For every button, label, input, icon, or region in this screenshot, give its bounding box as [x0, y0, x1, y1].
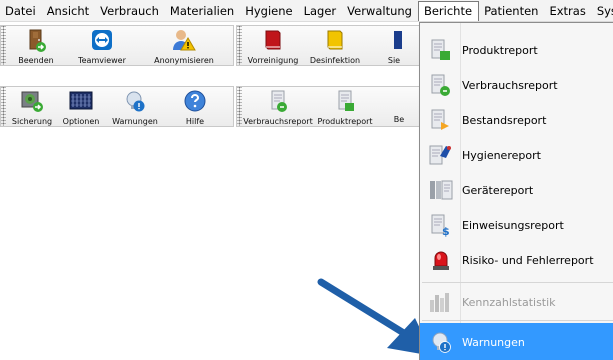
menu-system[interactable]: Syst [592, 1, 613, 21]
warnungen-button[interactable]: Warnungen [104, 87, 166, 126]
vorreinigung-button[interactable]: Vorreinigung [242, 26, 304, 65]
alarm-light-icon [428, 247, 454, 273]
menu-item-label: Bestandsreport [462, 113, 547, 127]
menu-item-label: Einweisungsreport [462, 218, 564, 232]
menu-item-label: Hygienereport [462, 148, 541, 162]
report-icon [265, 89, 291, 113]
sicherung-label: Sicherung [11, 117, 53, 126]
beenden-button[interactable]: Beenden [6, 26, 66, 65]
instruction-report-icon: $ [428, 212, 454, 238]
desinfektion-label: Desinfektion [309, 56, 361, 65]
menu-separator [422, 282, 613, 283]
desinfektion-button[interactable]: Desinfektion [304, 26, 366, 65]
menu-item-label: Kennzahlstatistik [462, 295, 556, 309]
menu-item-warnungen[interactable]: Warnungen [420, 323, 613, 360]
menu-berichte[interactable]: Berichte [417, 0, 480, 21]
toolbar-row-1: Beenden Teamviewer Anonymisieren Vorrein… [0, 25, 428, 66]
hygiene-report-icon [428, 142, 454, 168]
menu-lager[interactable]: Lager [299, 1, 343, 21]
sterilisation-button[interactable]: Sie [366, 26, 422, 65]
toolbar-group-system: Sicherung Optionen Warnungen Hilfe [0, 86, 234, 127]
menu-bar: Datei Ansicht Verbrauch Materialien Hygi… [0, 0, 613, 22]
red-book-icon [260, 28, 286, 52]
menu-item-label: Warnungen [462, 335, 525, 349]
menu-materialien[interactable]: Materialien [165, 1, 240, 21]
menu-item-kennzahlstatistik: Kennzahlstatistik [420, 285, 613, 319]
report-icon [386, 89, 412, 111]
menu-item-geraetereport[interactable]: Gerätereport [420, 173, 613, 207]
toolbar-row-2: Sicherung Optionen Warnungen Hilfe Verbr… [0, 86, 428, 127]
menu-ansicht[interactable]: Ansicht [42, 1, 95, 21]
warnungen-label: Warnungen [112, 117, 158, 126]
bestandsreport-button[interactable]: Be [376, 87, 422, 126]
report-icon [332, 89, 358, 113]
backup-icon [19, 89, 45, 113]
menu-item-label: Gerätereport [462, 183, 534, 197]
produktreport-label: Produktreport [317, 117, 373, 126]
sterilization-icon [381, 28, 407, 52]
anonymisieren-button[interactable]: Anonymisieren [138, 26, 230, 65]
optionen-button[interactable]: Optionen [58, 87, 104, 126]
yellow-book-icon [322, 28, 348, 52]
teamviewer-icon [89, 28, 115, 52]
menu-item-verbrauchsreport[interactable]: Verbrauchsreport [420, 68, 613, 102]
teamviewer-button[interactable]: Teamviewer [66, 26, 138, 65]
menu-item-risikoreport[interactable]: Risiko- und Fehlerreport [420, 243, 613, 277]
menu-verwaltung[interactable]: Verwaltung [342, 1, 418, 21]
toolbar-group-hygiene: Vorreinigung Desinfektion Sie [236, 25, 426, 66]
menu-datei[interactable]: Datei [0, 1, 42, 21]
menu-separator [422, 320, 613, 321]
menu-item-produktreport[interactable]: Produktreport [420, 33, 613, 67]
help-icon [182, 89, 208, 113]
menu-item-einweisungsreport[interactable]: $ Einweisungsreport [420, 208, 613, 242]
toolbar-group-main: Beenden Teamviewer Anonymisieren [0, 25, 234, 66]
optionen-label: Optionen [62, 117, 100, 126]
menu-item-bestandsreport[interactable]: Bestandsreport [420, 103, 613, 137]
menu-item-label: Risiko- und Fehlerreport [462, 253, 594, 267]
vorreinigung-label: Vorreinigung [247, 56, 299, 65]
consumption-report-icon [428, 72, 454, 98]
statistics-icon [428, 289, 454, 315]
menu-extras[interactable]: Extras [544, 1, 591, 21]
bestandsreport-label: Be [393, 115, 405, 124]
options-grid-icon [68, 89, 94, 113]
warning-bulb-icon [122, 89, 148, 113]
hilfe-label: Hilfe [185, 117, 205, 126]
device-report-icon [428, 177, 454, 203]
anonymize-user-icon [171, 28, 197, 52]
door-exit-icon [23, 28, 49, 52]
menu-item-label: Produktreport [462, 43, 538, 57]
verbrauchsreport-label: Verbrauchsreport [243, 117, 313, 126]
menu-verbrauch[interactable]: Verbrauch [95, 1, 165, 21]
stock-report-icon [428, 107, 454, 133]
menu-hygiene[interactable]: Hygiene [240, 1, 298, 21]
verbrauchsreport-button[interactable]: Verbrauchsreport [242, 87, 314, 126]
anonymisieren-label: Anonymisieren [154, 56, 214, 65]
warning-bulb-icon [428, 329, 454, 355]
sterilisation-label: Sie [387, 56, 401, 65]
menu-item-hygienereport[interactable]: Hygienereport [420, 138, 613, 172]
toolbar-group-reports: Verbrauchsreport Produktreport Be [236, 86, 426, 127]
product-report-icon [428, 37, 454, 63]
svg-text:$: $ [442, 225, 450, 237]
beenden-label: Beenden [18, 56, 54, 65]
teamviewer-label: Teamviewer [78, 56, 126, 65]
berichte-dropdown-menu: Produktreport Verbrauchsreport Bestandsr… [419, 22, 613, 360]
sicherung-button[interactable]: Sicherung [6, 87, 58, 126]
menu-item-label: Verbrauchsreport [462, 78, 558, 92]
hilfe-button[interactable]: Hilfe [166, 87, 224, 126]
menu-patienten[interactable]: Patienten [479, 1, 544, 21]
produktreport-button[interactable]: Produktreport [314, 87, 376, 126]
